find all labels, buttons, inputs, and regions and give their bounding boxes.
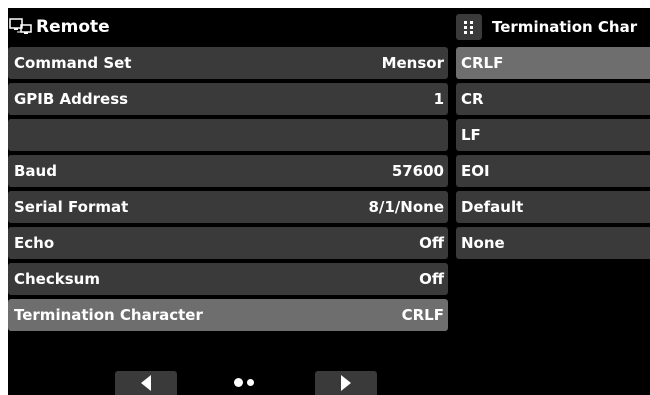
- setting-row-echo[interactable]: Echo Off: [8, 227, 448, 259]
- option-label: EOI: [461, 162, 490, 180]
- setting-value: Off: [419, 270, 444, 288]
- next-page-button[interactable]: [315, 371, 377, 395]
- setting-value: 8/1/None: [368, 198, 444, 216]
- prev-page-button[interactable]: [115, 371, 177, 395]
- option-label: Default: [461, 198, 524, 216]
- setting-row-empty: [8, 119, 448, 151]
- setting-label: Command Set: [14, 54, 132, 72]
- option-none[interactable]: None: [456, 227, 650, 259]
- option-label: LF: [461, 126, 481, 144]
- option-label: None: [461, 234, 505, 252]
- right-arrow-icon: [341, 375, 351, 391]
- setting-row-checksum[interactable]: Checksum Off: [8, 263, 448, 295]
- setting-value: Mensor: [381, 54, 444, 72]
- left-arrow-icon: [141, 375, 151, 391]
- option-label: CR: [461, 90, 484, 108]
- setting-value: 57600: [391, 162, 444, 180]
- setting-value: Off: [419, 234, 444, 252]
- remote-computers-icon: [9, 18, 32, 34]
- page-indicator: [234, 378, 254, 387]
- title-bar: Remote: [8, 8, 448, 46]
- setting-row-gpib-address[interactable]: GPIB Address 1: [8, 83, 448, 115]
- option-crlf[interactable]: CRLF: [456, 47, 650, 79]
- setting-label: Checksum: [14, 270, 100, 288]
- page-dot-active: [234, 378, 243, 387]
- panel-title: Termination Char: [492, 18, 638, 36]
- setting-value: CRLF: [401, 306, 444, 324]
- grid-menu-icon[interactable]: [456, 14, 482, 40]
- setting-row-termination-character[interactable]: Termination Character CRLF: [8, 299, 448, 331]
- setting-row-serial-format[interactable]: Serial Format 8/1/None: [8, 191, 448, 223]
- setting-row-baud[interactable]: Baud 57600: [8, 155, 448, 187]
- option-default[interactable]: Default: [456, 191, 650, 223]
- option-lf[interactable]: LF: [456, 119, 650, 151]
- setting-label: GPIB Address: [14, 90, 129, 108]
- option-eoi[interactable]: EOI: [456, 155, 650, 187]
- page-dot: [247, 379, 254, 386]
- remote-screen: Remote Command Set Mensor GPIB Address 1…: [8, 8, 650, 395]
- setting-row-command-set[interactable]: Command Set Mensor: [8, 47, 448, 79]
- setting-label: Serial Format: [14, 198, 129, 216]
- setting-label: Baud: [14, 162, 57, 180]
- setting-label: Echo: [14, 234, 55, 252]
- setting-value: 1: [433, 90, 444, 108]
- options-panel-header: Termination Char: [456, 8, 650, 46]
- page-title: Remote: [36, 17, 110, 37]
- option-cr[interactable]: CR: [456, 83, 650, 115]
- setting-label: Termination Character: [14, 306, 203, 324]
- option-label: CRLF: [461, 54, 504, 72]
